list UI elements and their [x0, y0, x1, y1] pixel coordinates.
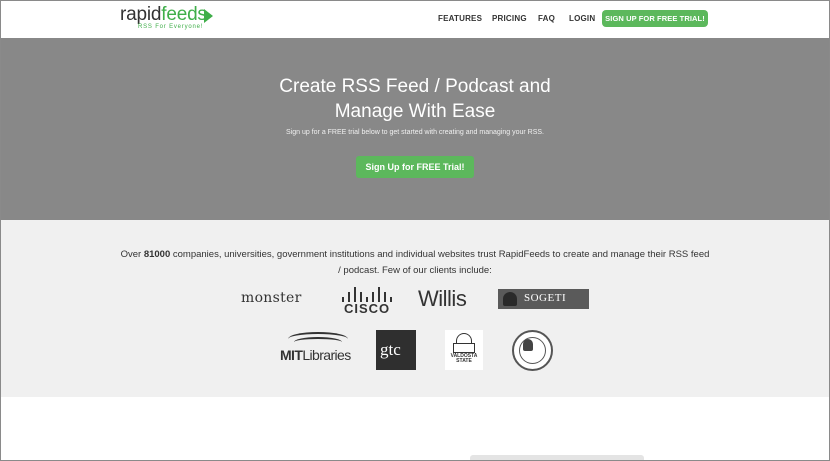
logo-tagline: RSS For Everyone!	[138, 24, 204, 30]
government-seal-logo	[512, 330, 553, 371]
gtc-wordmark: gtc	[380, 340, 401, 359]
mit-rest-text: Libraries	[302, 347, 351, 363]
building-icon	[453, 343, 475, 353]
arc-icon	[294, 337, 342, 347]
cisco-bars-icon	[338, 286, 396, 302]
sogeti-logo: SOGETI	[498, 289, 589, 309]
dome-icon	[456, 333, 472, 343]
cisco-logo: CISCO	[338, 286, 396, 318]
spade-icon	[503, 292, 517, 306]
willis-logo: Willis	[418, 286, 467, 311]
rapidfeeds-logo[interactable]: rapidfeeds RSS For Everyone!	[120, 4, 220, 34]
clients-intro-text: Over 81000 companies, universities, gove…	[120, 247, 710, 279]
clients-count: 81000	[143, 249, 171, 260]
valdosta-wordmark: VALDOSTA STATE	[445, 354, 483, 364]
signup-trial-nav-button[interactable]: SIGN UP FOR FREE TRIAL!	[602, 10, 708, 27]
nav-login[interactable]: LOGIN	[569, 14, 595, 23]
valdosta-state-logo: VALDOSTA STATE	[445, 330, 483, 370]
hero-title-line2: Manage With Ease	[334, 101, 496, 122]
play-arrow-icon	[204, 9, 213, 23]
monster-logo: monster	[241, 290, 302, 306]
clients-text-after: companies, universities, government inst…	[170, 249, 710, 276]
bottom-tab-edge	[470, 455, 644, 461]
eagle-icon	[523, 339, 533, 351]
hero-section: Create RSS Feed / Podcast and Manage Wit…	[0, 38, 830, 220]
clients-section: Over 81000 companies, universities, gove…	[0, 220, 830, 397]
valdosta-line2: STATE	[456, 358, 472, 364]
cisco-wordmark: CISCO	[344, 301, 391, 316]
logo-brand-dark: rapid	[120, 4, 162, 25]
hero-subtitle: Sign up for a FREE trial below to get st…	[286, 129, 544, 136]
sogeti-wordmark: SOGETI	[524, 292, 567, 304]
nav-pricing[interactable]: PRICING	[492, 14, 527, 23]
logo-brand-green: feeds	[161, 4, 207, 25]
mit-bold-text: MIT	[280, 347, 303, 363]
site-header: rapidfeeds RSS For Everyone! FEATURES PR…	[0, 0, 830, 38]
hero-title-line1: Create RSS Feed / Podcast and	[279, 76, 551, 97]
nav-faq[interactable]: FAQ	[538, 14, 555, 23]
logo-wordmark: rapidfeeds	[120, 4, 207, 26]
signup-trial-hero-button[interactable]: Sign Up for FREE Trial!	[356, 156, 474, 178]
gtc-logo: gtc	[376, 330, 416, 370]
hero-title: Create RSS Feed / Podcast and Manage Wit…	[0, 74, 830, 124]
clients-text-before: Over	[120, 249, 144, 260]
mit-libraries-logo: MITLibraries	[280, 332, 354, 368]
mit-libraries-wordmark: MITLibraries	[280, 347, 351, 363]
nav-features[interactable]: FEATURES	[438, 14, 482, 23]
